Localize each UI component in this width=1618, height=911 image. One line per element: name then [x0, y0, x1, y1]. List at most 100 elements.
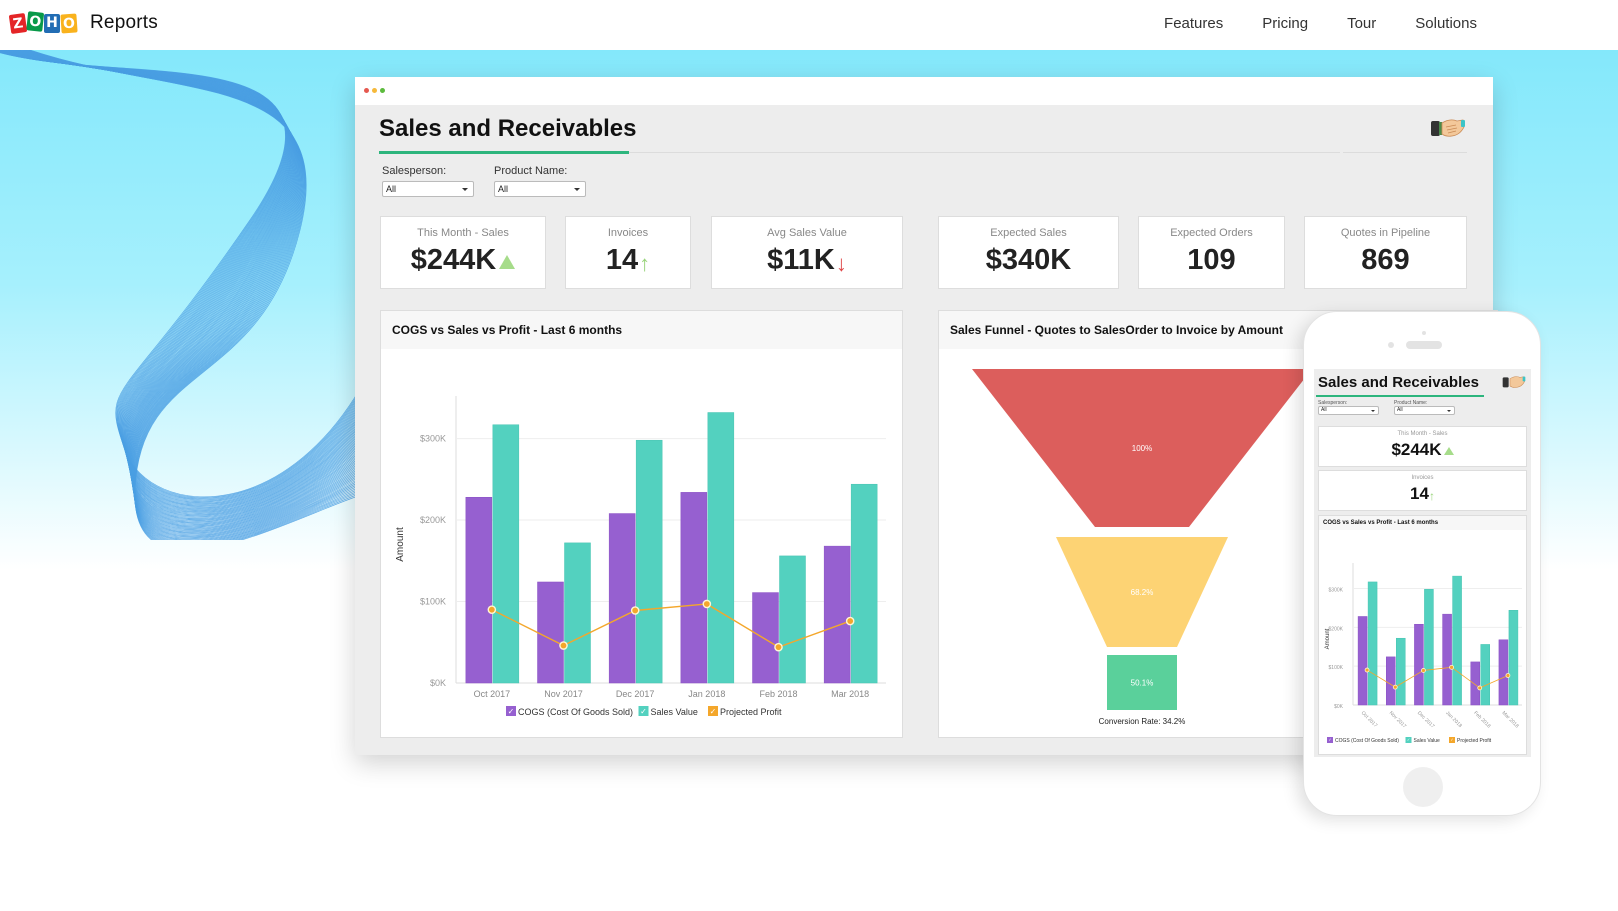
wave-line: [0, 51, 360, 500]
phone-kpi-invoices[interactable]: Invoices 14 ↑: [1318, 470, 1527, 511]
trend-up-arrow-icon: ↑: [1428, 489, 1435, 503]
top-navigation: Z O H O Reports Features Pricing Tour So…: [0, 0, 1618, 50]
y-tick-label: $0K: [1334, 704, 1344, 710]
bar-cogs: [608, 513, 636, 684]
x-tick-label: Mar 2018: [1501, 710, 1520, 729]
checkmark-icon: ✓: [1407, 737, 1410, 742]
title-underline: [379, 151, 629, 154]
wave-line: [4, 50, 360, 517]
y-tick-label: $300K: [420, 434, 446, 444]
kpi-card-expected-orders[interactable]: Expected Orders 109: [1138, 216, 1285, 289]
kpi-value: 869: [1361, 244, 1410, 276]
bar-cogs: [1470, 661, 1480, 706]
bar-cogs: [680, 492, 708, 684]
legend-label: COGS (Cost Of Goods Sold): [518, 707, 633, 717]
checkmark-icon: ✓: [1450, 737, 1453, 742]
kpi-value: 109: [1187, 244, 1236, 276]
wave-line: [10, 50, 360, 524]
bar-sales-value: [1424, 589, 1434, 706]
checkmark-icon: ✓: [508, 707, 515, 716]
checkmark-icon: ✓: [710, 707, 717, 716]
wave-line: [4, 50, 360, 516]
conversion-rate-label: Conversion Rate: 34.2%: [1099, 717, 1186, 726]
phone-speaker: [1406, 341, 1442, 349]
trend-up-triangle-icon: [1443, 447, 1454, 455]
y-tick-label: $200K: [420, 515, 446, 525]
wave-line: [6, 50, 360, 519]
phone-salesperson-select[interactable]: All: [1318, 406, 1379, 415]
kpi-card-quotes-in-pipeline[interactable]: Quotes in Pipeline 869: [1304, 216, 1467, 289]
kpi-card-expected-sales[interactable]: Expected Sales $340K: [938, 216, 1119, 289]
logo-letter: Z: [8, 12, 28, 34]
bar-cogs: [1498, 639, 1509, 706]
wave-line: [9, 50, 360, 523]
y-tick-label: $100K: [1329, 665, 1344, 671]
wave-line: [0, 50, 360, 510]
phone-salesperson-filter: Salesperson: All: [1318, 400, 1379, 415]
zoho-reports-logo[interactable]: Z O H O Reports: [8, 10, 158, 34]
kpi-value-row: $11K ↓: [767, 244, 847, 277]
legend-label: COGS (Cost Of Goods Sold): [1335, 738, 1399, 744]
nav-links: Features Pricing Tour Solutions: [1125, 15, 1477, 32]
phone-kpi-this-month-sales[interactable]: This Month - Sales $244K: [1318, 426, 1527, 467]
bar-sales-value: [1508, 610, 1519, 706]
kpi-card-invoices[interactable]: Invoices 14 ↑: [565, 216, 691, 289]
x-tick-label: Nov 2017: [1388, 710, 1408, 730]
wave-line: [2, 50, 360, 514]
product-name-select[interactable]: All: [494, 181, 586, 197]
wave-line: [0, 51, 360, 501]
wave-line: [6, 50, 360, 520]
wave-line: [0, 51, 360, 504]
logo-letter: O: [26, 10, 45, 32]
select-value: All: [1397, 407, 1403, 413]
minimize-dot-icon[interactable]: [372, 88, 377, 93]
y-tick-label: $0K: [430, 678, 446, 688]
kpi-value-row: $244K: [1391, 440, 1454, 460]
wave-line: [5, 50, 360, 518]
phone-home-button[interactable]: [1403, 767, 1443, 807]
bar-cogs: [1414, 623, 1424, 706]
salesperson-filter: Salesperson: All: [382, 165, 474, 197]
title-underline: [1316, 395, 1484, 397]
wave-line: [0, 52, 360, 498]
nav-link-solutions[interactable]: Solutions: [1415, 15, 1477, 32]
profit-point: [487, 605, 497, 614]
wave-line: [3, 50, 360, 515]
bar-cogs: [823, 545, 851, 684]
select-value: All: [386, 184, 397, 194]
phone-cogs-sales-profit-chart: $0K$100K$200K$300KAmountOct 2017 Nov 2017…: [1325, 563, 1522, 744]
nav-link-pricing[interactable]: Pricing: [1262, 15, 1308, 32]
close-dot-icon[interactable]: [364, 88, 369, 93]
x-tick-label: Feb 2018: [759, 689, 797, 699]
bar-sales-value: [779, 555, 806, 684]
wave-line: [2, 50, 360, 515]
trend-up-triangle-icon: [499, 255, 516, 269]
phone-chart-panel: COGS vs Sales vs Profit - Last 6 months …: [1318, 515, 1527, 755]
wave-line: [18, 50, 360, 535]
salesperson-select[interactable]: All: [382, 181, 474, 197]
kpi-card-this-month-sales[interactable]: This Month - Sales $244K: [380, 216, 546, 289]
kpi-label: Quotes in Pipeline: [1340, 227, 1431, 239]
bar-cogs: [537, 581, 564, 684]
profit-point: [1364, 667, 1370, 673]
maximize-dot-icon[interactable]: [380, 88, 385, 93]
window-titlebar: [355, 77, 1493, 105]
nav-link-tour[interactable]: Tour: [1347, 15, 1376, 32]
kpi-card-avg-sales-value[interactable]: Avg Sales Value $11K ↓: [711, 216, 903, 289]
bar-sales-value: [707, 412, 735, 684]
handshake-icon: [1431, 119, 1465, 137]
phone-product-name-filter: Product Name: All: [1394, 400, 1455, 415]
legend-label: Projected Profit: [1457, 738, 1492, 744]
x-tick-label: Oct 2017: [1360, 710, 1379, 729]
panel-title: COGS vs Sales vs Profit - Last 6 months: [1319, 516, 1526, 530]
profit-point: [1392, 684, 1398, 690]
kpi-value-row: $244K: [411, 244, 516, 277]
kpi-label: This Month - Sales: [1397, 431, 1448, 437]
logo-letter: H: [44, 13, 60, 33]
nav-link-features[interactable]: Features: [1164, 15, 1223, 32]
phone-product-name-select[interactable]: All: [1394, 406, 1455, 415]
wave-line: [8, 50, 360, 522]
wave-line: [0, 50, 360, 512]
checkmark-icon: ✓: [640, 707, 647, 716]
x-tick-label: Mar 2018: [831, 689, 869, 699]
